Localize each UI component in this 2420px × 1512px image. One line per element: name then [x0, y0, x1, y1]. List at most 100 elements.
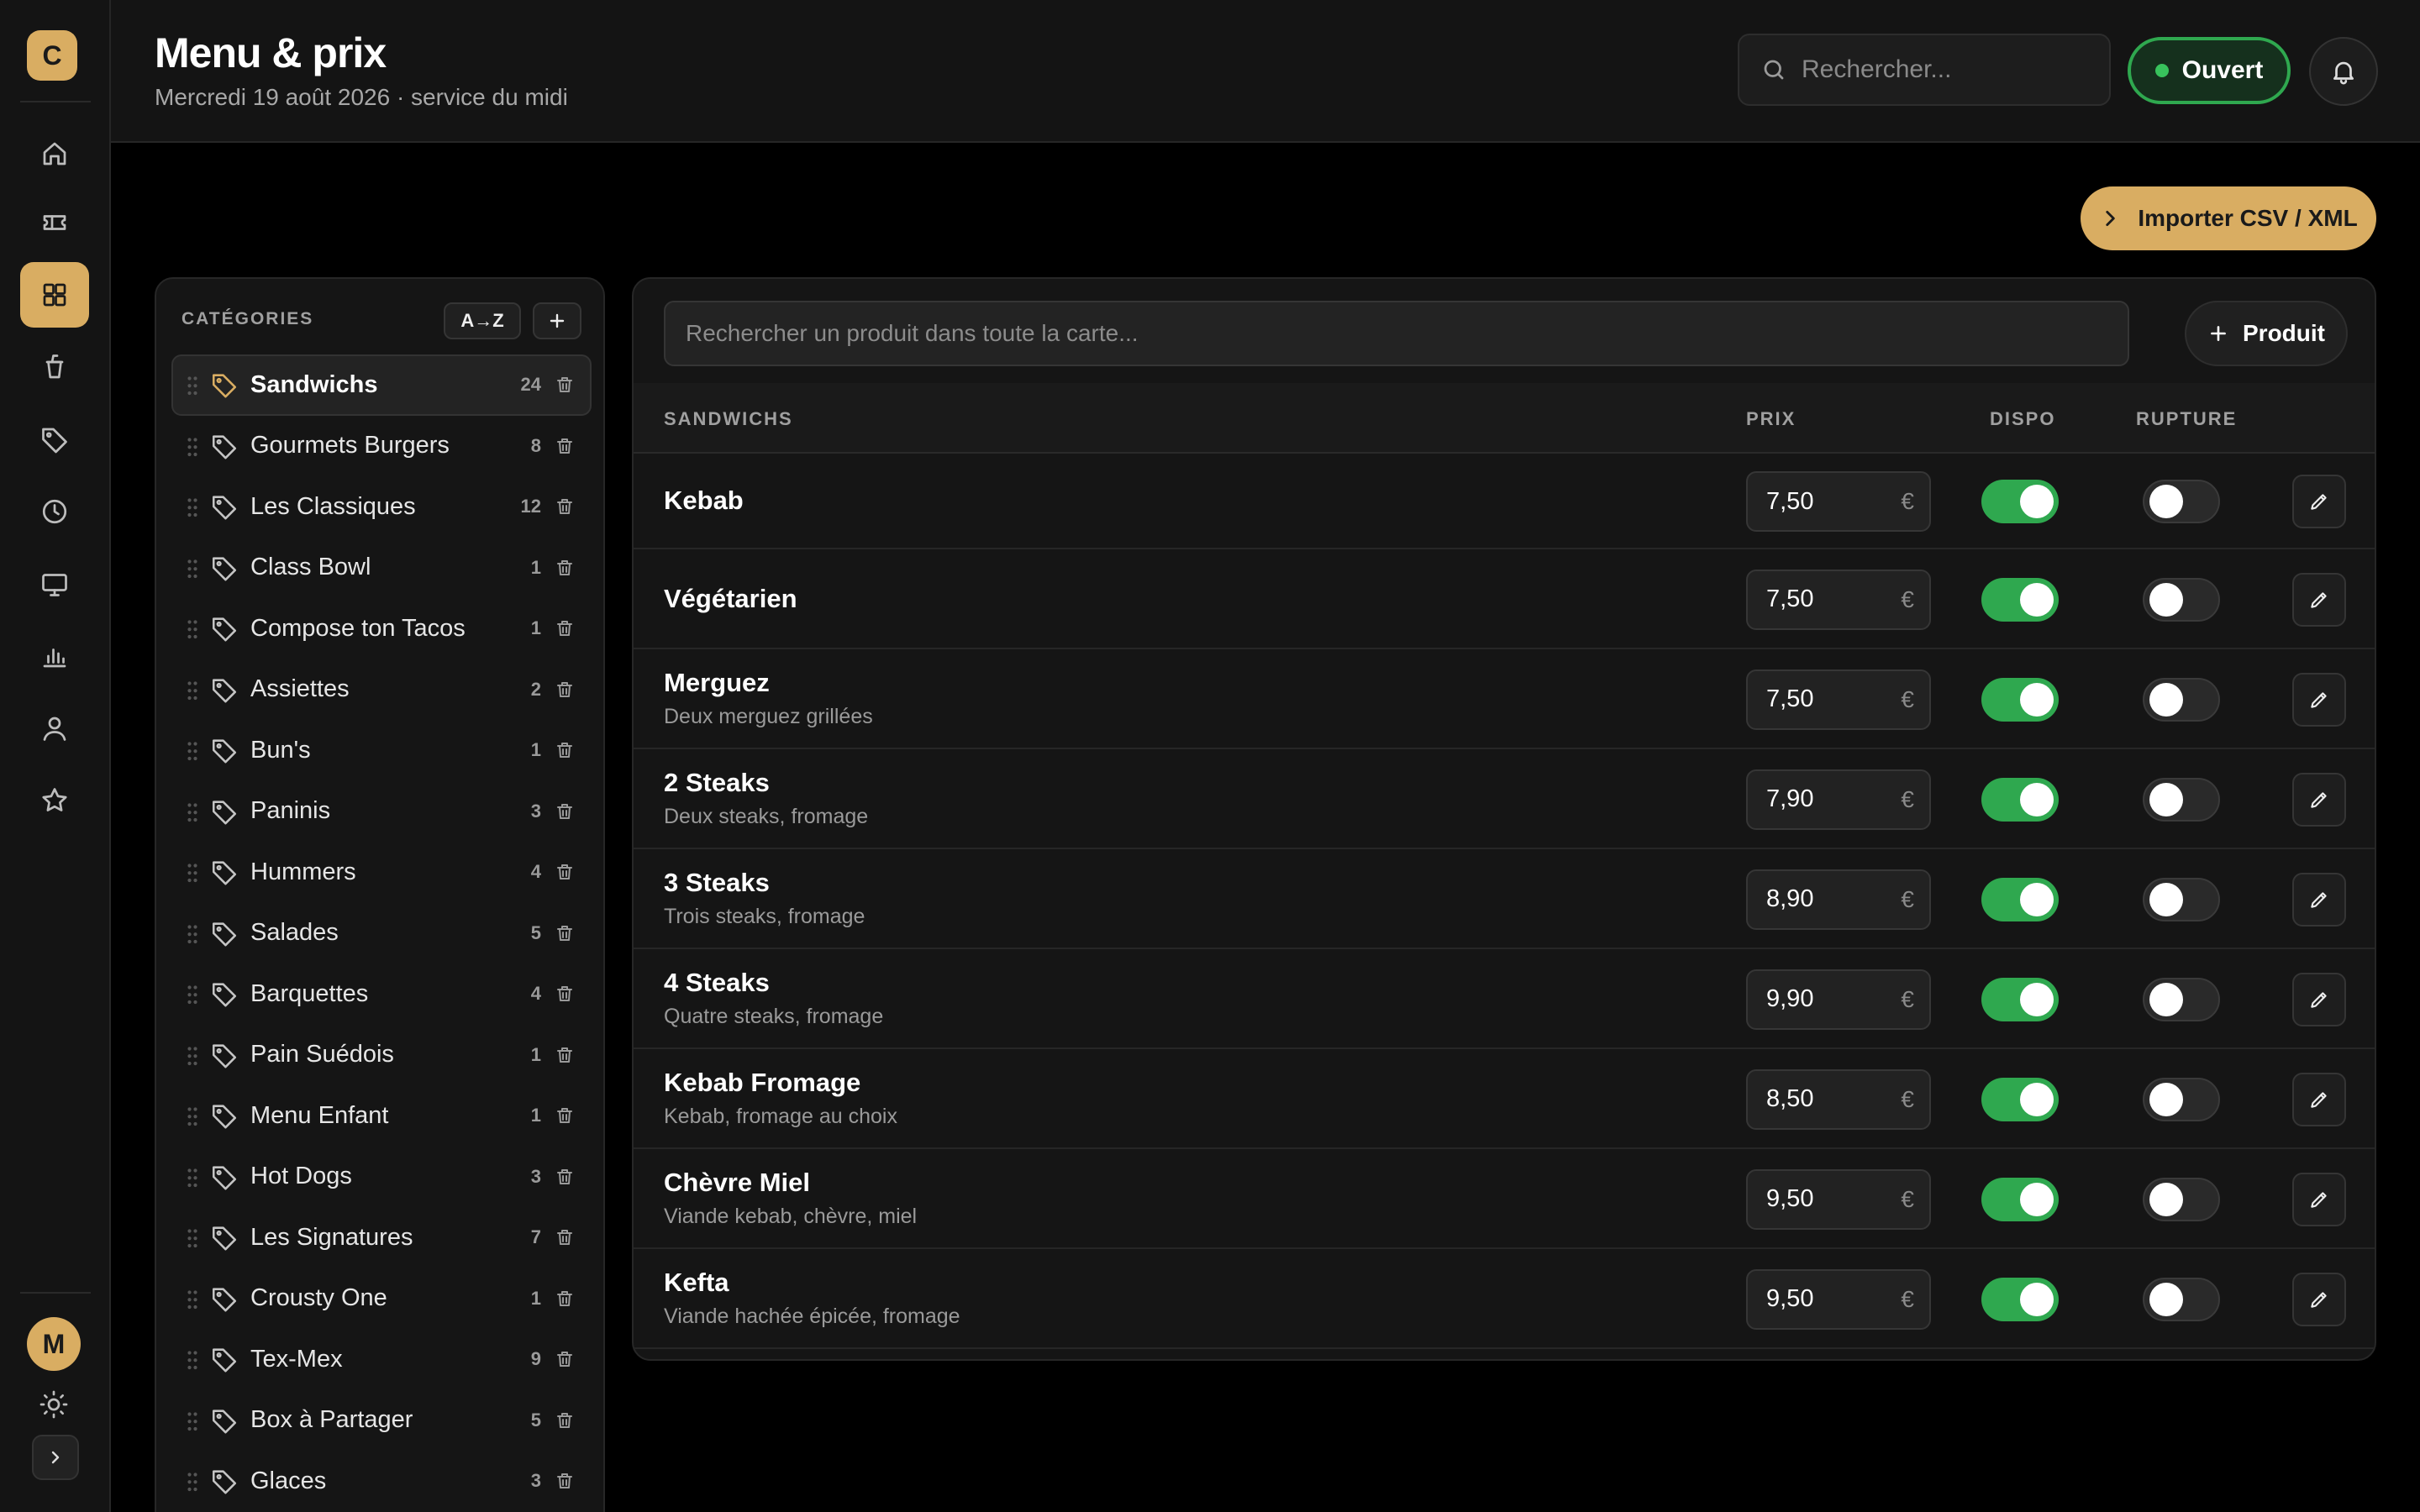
price-input[interactable] — [1766, 785, 1902, 813]
user-avatar[interactable]: M — [27, 1317, 81, 1371]
trash-icon[interactable] — [555, 496, 575, 517]
trash-icon[interactable] — [555, 1167, 575, 1187]
rail-item-tag[interactable] — [20, 407, 89, 472]
price-field[interactable]: € — [1746, 769, 1931, 830]
drag-handle-icon[interactable] — [187, 437, 198, 456]
category-item[interactable]: Crousty One 1 — [171, 1268, 592, 1330]
category-item[interactable]: Barquettes 4 — [171, 963, 592, 1025]
dispo-toggle[interactable] — [1981, 1077, 2059, 1121]
dispo-toggle[interactable] — [1981, 677, 2059, 722]
category-item[interactable]: Paninis 3 — [171, 781, 592, 843]
price-input[interactable] — [1766, 1085, 1902, 1113]
category-item[interactable]: Glaces 3 — [171, 1451, 592, 1512]
theme-toggle-sun-icon[interactable] — [39, 1389, 69, 1420]
trash-icon[interactable] — [555, 680, 575, 700]
drag-handle-icon[interactable] — [187, 1106, 198, 1126]
edit-product-button[interactable] — [2292, 572, 2346, 627]
open-status-button[interactable]: Ouvert — [2128, 37, 2291, 104]
price-field[interactable]: € — [1746, 1168, 1931, 1230]
category-item[interactable]: Les Signatures 7 — [171, 1207, 592, 1268]
rail-item-clock[interactable] — [20, 479, 89, 544]
price-field[interactable]: € — [1746, 969, 1931, 1030]
drag-handle-icon[interactable] — [187, 680, 198, 700]
drag-handle-icon[interactable] — [187, 559, 198, 578]
drag-handle-icon[interactable] — [187, 924, 198, 943]
price-field[interactable]: € — [1746, 569, 1931, 630]
category-item[interactable]: Sandwichs 24 — [171, 354, 592, 416]
edit-product-button[interactable] — [2292, 672, 2346, 727]
drag-handle-icon[interactable] — [187, 497, 198, 517]
trash-icon[interactable] — [555, 740, 575, 760]
drag-handle-icon[interactable] — [187, 1472, 198, 1492]
price-field[interactable]: € — [1746, 669, 1931, 730]
dispo-toggle[interactable] — [1981, 1277, 2059, 1321]
dispo-toggle[interactable] — [1981, 877, 2059, 921]
trash-icon[interactable] — [555, 1410, 575, 1431]
drag-handle-icon[interactable] — [187, 1046, 198, 1065]
global-search[interactable] — [1738, 34, 2111, 106]
edit-product-button[interactable] — [2292, 872, 2346, 927]
price-input[interactable] — [1766, 1285, 1902, 1313]
drag-handle-icon[interactable] — [187, 1228, 198, 1248]
trash-icon[interactable] — [555, 1289, 575, 1309]
rail-item-star[interactable] — [20, 768, 89, 833]
drag-handle-icon[interactable] — [187, 984, 198, 1005]
trash-icon[interactable] — [555, 618, 575, 638]
category-item[interactable]: Class Bowl 1 — [171, 538, 592, 599]
dispo-toggle[interactable] — [1981, 777, 2059, 822]
sort-az-button[interactable]: A→Z — [444, 302, 521, 339]
drag-handle-icon[interactable] — [187, 1350, 198, 1370]
drag-handle-icon[interactable] — [187, 863, 198, 883]
category-item[interactable]: Salades 5 — [171, 903, 592, 964]
dispo-toggle[interactable] — [1981, 480, 2059, 523]
trash-icon[interactable] — [555, 1349, 575, 1369]
trash-icon[interactable] — [555, 984, 575, 1004]
price-field[interactable]: € — [1746, 1268, 1931, 1330]
drag-handle-icon[interactable] — [187, 619, 198, 639]
price-field[interactable]: € — [1746, 1068, 1931, 1130]
rail-item-bar-chart[interactable] — [20, 623, 89, 689]
drag-handle-icon[interactable] — [187, 802, 198, 822]
trash-icon[interactable] — [555, 862, 575, 882]
rail-item-monitor[interactable] — [20, 551, 89, 617]
price-input[interactable] — [1766, 585, 1902, 613]
category-item[interactable]: Box à Partager 5 — [171, 1390, 592, 1452]
trash-icon[interactable] — [555, 558, 575, 578]
product-search-input[interactable] — [664, 301, 2129, 366]
rupture-toggle[interactable] — [2143, 480, 2220, 523]
global-search-input[interactable] — [1802, 55, 2104, 84]
dispo-toggle[interactable] — [1981, 1177, 2059, 1221]
rail-item-grid[interactable] — [20, 262, 89, 328]
trash-icon[interactable] — [555, 1105, 575, 1126]
notifications-button[interactable] — [2309, 37, 2378, 106]
rupture-toggle[interactable] — [2143, 577, 2220, 622]
edit-product-button[interactable] — [2292, 1172, 2346, 1226]
price-input[interactable] — [1766, 1185, 1902, 1213]
edit-product-button[interactable] — [2292, 972, 2346, 1026]
category-item[interactable]: Bun's 1 — [171, 720, 592, 781]
category-item[interactable]: Pain Suédois 1 — [171, 1025, 592, 1086]
price-field[interactable]: € — [1746, 471, 1931, 532]
drag-handle-icon[interactable] — [187, 741, 198, 761]
category-item[interactable]: Tex-Mex 9 — [171, 1329, 592, 1390]
drag-handle-icon[interactable] — [187, 1168, 198, 1187]
category-item[interactable]: Gourmets Burgers 8 — [171, 416, 592, 477]
trash-icon[interactable] — [555, 1227, 575, 1247]
rupture-toggle[interactable] — [2143, 1277, 2220, 1321]
category-item[interactable]: Assiettes 2 — [171, 659, 592, 721]
import-csv-xml-button[interactable]: Importer CSV / XML — [2081, 186, 2376, 250]
dispo-toggle[interactable] — [1981, 577, 2059, 622]
rail-item-user[interactable] — [20, 696, 89, 761]
category-item[interactable]: Hummers 4 — [171, 842, 592, 903]
price-input[interactable] — [1766, 985, 1902, 1013]
edit-product-button[interactable] — [2292, 772, 2346, 827]
category-item[interactable]: Menu Enfant 1 — [171, 1085, 592, 1147]
add-category-button[interactable] — [533, 302, 581, 339]
drag-handle-icon[interactable] — [187, 375, 198, 396]
price-input[interactable] — [1766, 685, 1902, 713]
brand-logo[interactable]: C — [27, 30, 77, 81]
dispo-toggle[interactable] — [1981, 977, 2059, 1021]
rupture-toggle[interactable] — [2143, 777, 2220, 822]
rail-item-home[interactable] — [20, 121, 89, 186]
trash-icon[interactable] — [555, 1471, 575, 1491]
